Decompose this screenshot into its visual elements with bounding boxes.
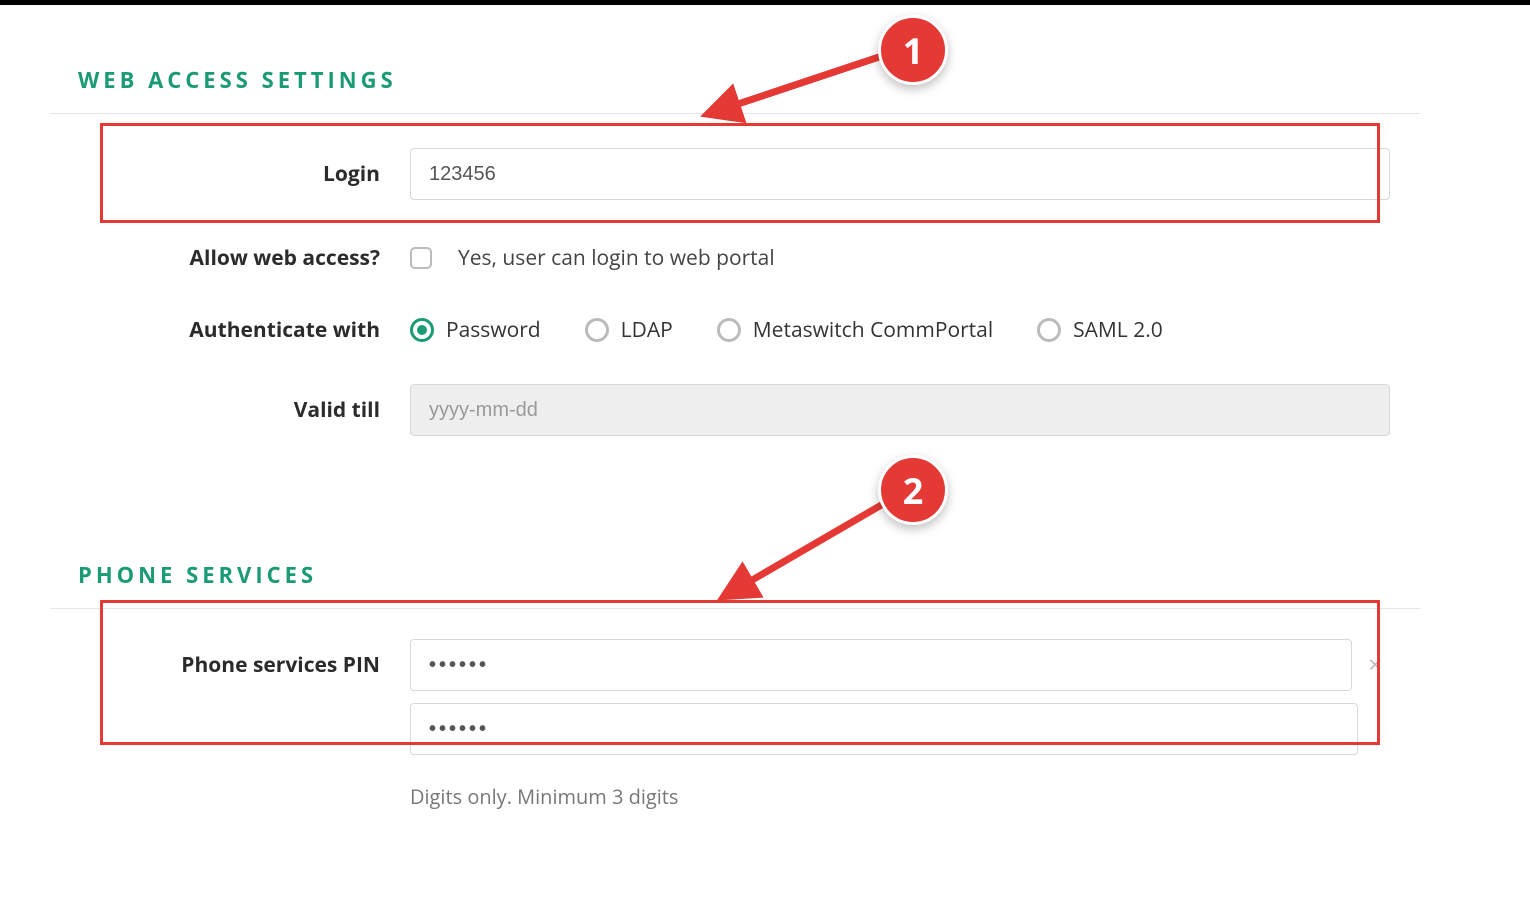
auth-option-metaswitch[interactable]: Metaswitch CommPortal [717,316,993,344]
page-canvas: WEB ACCESS SETTINGS Login Allow web acce… [0,5,1530,913]
auth-option-password[interactable]: Password [410,316,541,344]
radio-icon [717,318,741,342]
row-valid-till: Valid till [50,358,1420,450]
radio-icon [585,318,609,342]
login-input[interactable] [410,148,1390,200]
pin-input-stack: × [410,639,1390,755]
radio-label: Metaswitch CommPortal [753,316,993,344]
radio-label: Password [446,316,541,344]
label-valid-till: Valid till [50,396,410,424]
auth-radio-group: Password LDAP Metaswitch CommPortal SAML… [410,316,1163,344]
valid-till-input[interactable] [410,384,1390,436]
row-authenticate-with: Authenticate with Password LDAP Metaswit… [50,286,1420,358]
section-title-phone-services: PHONE SERVICES [50,560,1420,590]
label-phone-pin: Phone services PIN [50,639,410,679]
phone-pin-input[interactable] [410,639,1352,691]
auth-option-ldap[interactable]: LDAP [585,316,673,344]
radio-label: LDAP [621,316,673,344]
phone-pin-hint: Digits only. Minimum 3 digits [410,769,1420,810]
phone-pin-confirm-input[interactable] [410,703,1358,755]
clear-pin-icon[interactable]: × [1360,653,1390,677]
radio-label: SAML 2.0 [1073,316,1163,344]
radio-icon [1037,318,1061,342]
settings-panel: WEB ACCESS SETTINGS Login Allow web acce… [50,5,1420,810]
label-authenticate: Authenticate with [50,316,410,344]
label-login: Login [50,160,410,188]
row-phone-pin: Phone services PIN × [50,609,1420,769]
allow-web-checkbox[interactable] [410,247,432,269]
allow-web-checkbox-label: Yes, user can login to web portal [458,244,775,272]
label-allow-web: Allow web access? [50,244,410,272]
radio-icon [410,318,434,342]
section-title-web-access: WEB ACCESS SETTINGS [50,65,1420,95]
row-allow-web-access: Allow web access? Yes, user can login to… [50,214,1420,286]
row-login: Login [50,114,1420,214]
auth-option-saml[interactable]: SAML 2.0 [1037,316,1163,344]
